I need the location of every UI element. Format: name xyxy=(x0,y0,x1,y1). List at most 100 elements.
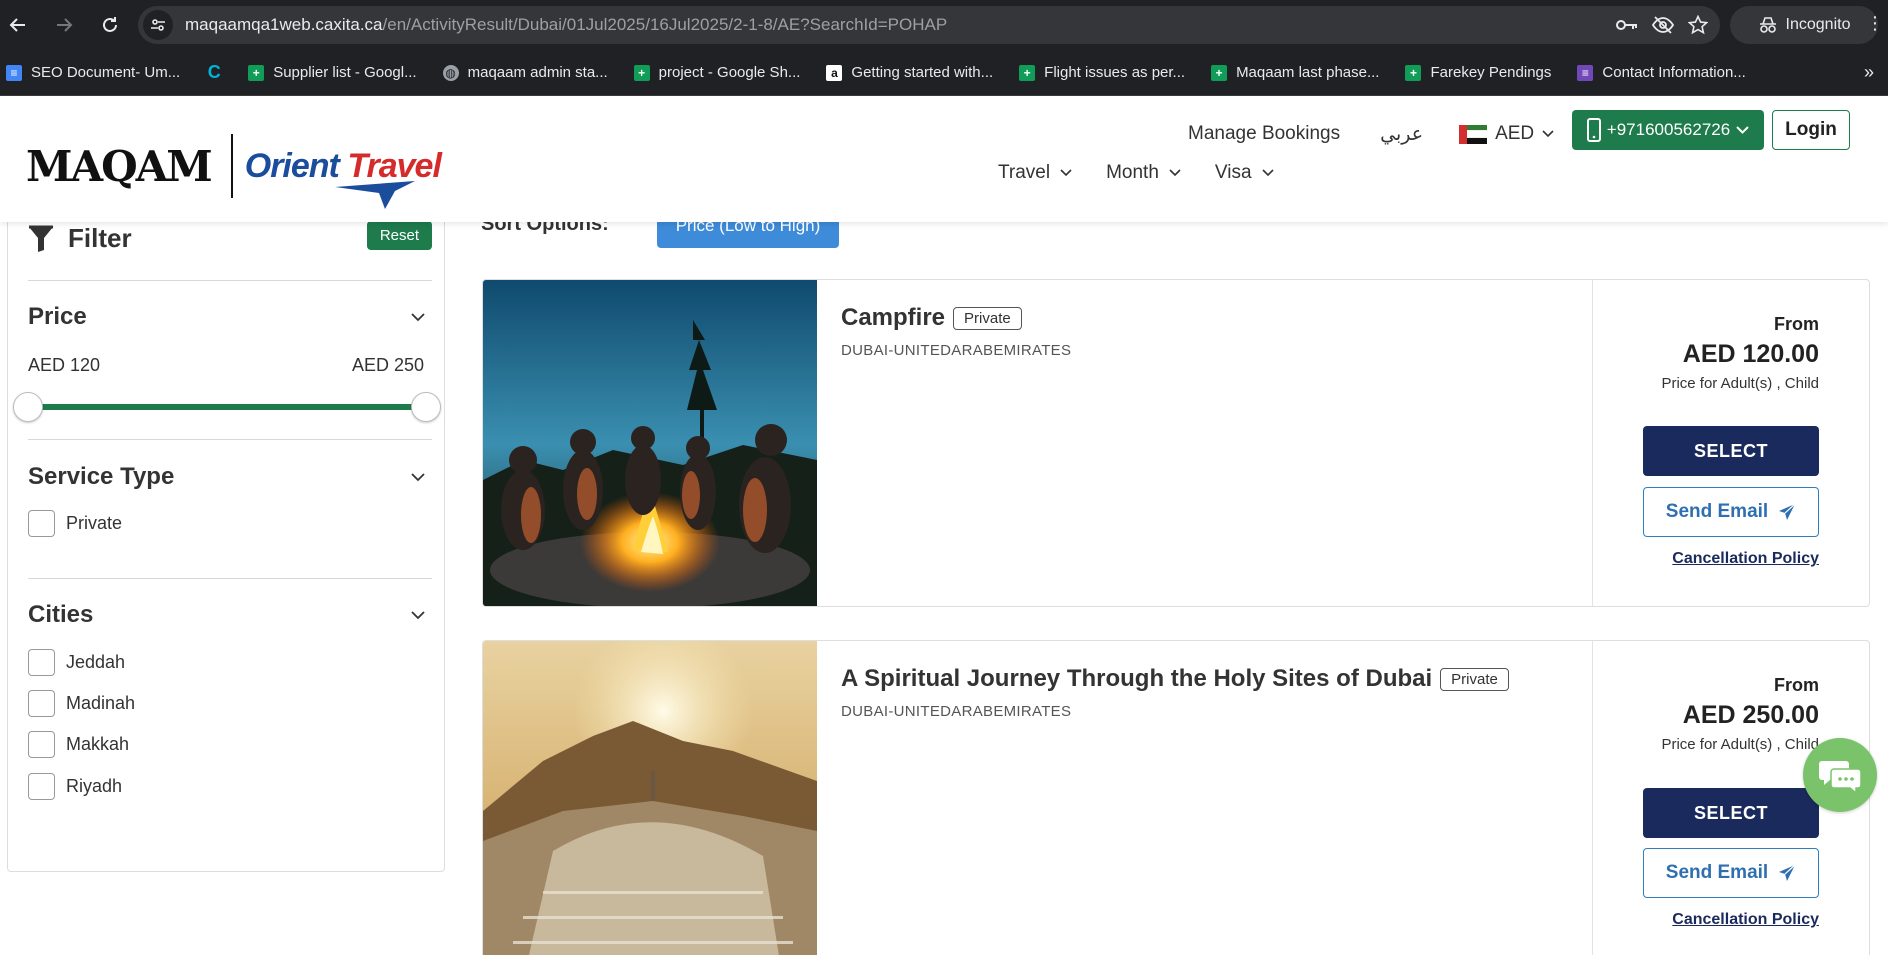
cities-section-title[interactable]: Cities xyxy=(28,601,93,629)
currency-selector[interactable]: AED xyxy=(1459,123,1554,145)
bookmark-label: Contact Information... xyxy=(1602,64,1746,81)
price-slider-min-handle[interactable] xyxy=(13,392,43,422)
url-host: maqaamqa1web.caxita.ca xyxy=(185,15,383,34)
chevron-down-icon xyxy=(1736,126,1749,134)
checkbox[interactable] xyxy=(28,773,55,800)
bookmark-item[interactable]: ◍ maqaam admin sta... xyxy=(442,64,608,81)
checkbox[interactable] xyxy=(28,731,55,758)
price-section-title[interactable]: Price xyxy=(28,303,87,331)
orient-travel-logo: Orient Travel xyxy=(245,147,442,209)
c-icon: C xyxy=(207,62,221,82)
site-header: MAQAM Orient Travel Manage Bookings عربي… xyxy=(0,96,1888,222)
from-label: From xyxy=(1774,675,1819,695)
campfire-photo[interactable] xyxy=(483,280,817,607)
reload-button[interactable] xyxy=(92,7,128,43)
service-option-private[interactable]: Private xyxy=(28,510,122,537)
address-bar[interactable]: maqaamqa1web.caxita.ca/en/ActivityResult… xyxy=(138,6,1720,44)
chevron-down-icon[interactable] xyxy=(411,473,425,482)
price-slider-max-handle[interactable] xyxy=(411,392,441,422)
private-badge: Private xyxy=(953,306,1022,330)
nav-visa[interactable]: Visa xyxy=(1215,162,1274,184)
checkbox[interactable] xyxy=(28,649,55,676)
bookmark-item[interactable]: ≡ SEO Document- Um... xyxy=(6,64,180,81)
phone-button[interactable]: +971600562726 xyxy=(1572,110,1764,150)
bookmark-item[interactable]: + project - Google Sh... xyxy=(633,64,801,81)
site-logo[interactable]: MAQAM Orient Travel xyxy=(26,134,442,209)
divider xyxy=(28,578,432,579)
incognito-label: Incognito xyxy=(1785,16,1851,33)
currency-label: AED xyxy=(1495,123,1535,144)
service-type-section-title[interactable]: Service Type xyxy=(28,463,174,491)
city-option-makkah[interactable]: Makkah xyxy=(28,731,129,758)
divider xyxy=(28,439,432,440)
filter-sidebar: Filter Reset Price AED 120 AED 250 Servi… xyxy=(7,170,445,872)
price-slider-track[interactable] xyxy=(28,404,424,410)
logo-divider xyxy=(230,134,233,198)
bookmark-label: Getting started with... xyxy=(851,64,994,81)
browser-menu-icon[interactable]: ⋮ xyxy=(1866,14,1884,32)
paper-plane-icon xyxy=(1779,503,1796,520)
city-label: Makkah xyxy=(66,734,130,754)
back-button[interactable] xyxy=(0,7,36,43)
checkbox[interactable] xyxy=(28,690,55,717)
from-label: From xyxy=(1774,314,1819,334)
select-button[interactable]: SELECT xyxy=(1643,788,1819,838)
url-path: /en/ActivityResult/Dubai/01Jul2025/16Jul… xyxy=(382,15,948,34)
bookmark-item[interactable]: ≡ Contact Information... xyxy=(1577,64,1746,81)
manage-bookings-link[interactable]: Manage Bookings xyxy=(1188,123,1340,145)
cancellation-policy-link[interactable]: Cancellation Policy xyxy=(1672,550,1819,568)
bookmark-item[interactable]: + Maqaam last phase... xyxy=(1211,64,1379,81)
select-button[interactable]: SELECT xyxy=(1643,426,1819,476)
activity-title[interactable]: Campfire xyxy=(841,304,945,332)
globe-icon: ◍ xyxy=(442,64,459,81)
forms-icon: ≡ xyxy=(1577,64,1594,81)
bookmarks-overflow-icon[interactable]: » xyxy=(1864,62,1874,83)
activity-title[interactable]: A Spiritual Journey Through the Holy Sit… xyxy=(841,665,1432,693)
filter-funnel-icon xyxy=(29,225,53,252)
bookmark-item[interactable]: + Flight issues as per... xyxy=(1019,64,1185,81)
price-max-label: AED 250 xyxy=(351,355,424,375)
maqam-logo-text: MAQAM xyxy=(26,141,213,191)
bookmark-item[interactable]: a Getting started with... xyxy=(826,64,993,81)
star-icon[interactable] xyxy=(1688,15,1708,35)
cancellation-policy-link[interactable]: Cancellation Policy xyxy=(1672,911,1819,929)
chevron-down-icon[interactable] xyxy=(411,313,425,322)
site-info-button[interactable] xyxy=(143,10,173,40)
checkbox[interactable] xyxy=(28,510,55,537)
city-option-jeddah[interactable]: Jeddah xyxy=(28,649,125,676)
city-label: Madinah xyxy=(66,693,136,713)
bookmark-item[interactable]: + Supplier list - Googl... xyxy=(248,64,417,81)
key-icon[interactable] xyxy=(1616,18,1638,32)
nav-month[interactable]: Month xyxy=(1106,162,1181,184)
arrow-left-icon xyxy=(9,18,25,32)
city-label: Jeddah xyxy=(66,652,126,672)
chevron-down-icon xyxy=(1261,169,1274,177)
chat-widget-button[interactable] xyxy=(1803,738,1877,812)
arabic-language-link[interactable]: عربي xyxy=(1380,123,1423,145)
divider xyxy=(28,280,432,281)
send-email-button[interactable]: Send Email xyxy=(1643,487,1819,537)
send-email-label: Send Email xyxy=(1665,862,1769,883)
incognito-indicator[interactable]: Incognito xyxy=(1730,6,1878,44)
eye-off-icon[interactable] xyxy=(1652,16,1674,34)
browser-toolbar: maqaamqa1web.caxita.ca/en/ActivityResult… xyxy=(0,0,1888,50)
bookmark-item[interactable]: C xyxy=(206,62,222,82)
reset-button[interactable]: Reset xyxy=(366,221,432,250)
forward-button[interactable] xyxy=(46,7,82,43)
chevron-down-icon xyxy=(1542,130,1554,138)
login-button[interactable]: Login xyxy=(1772,110,1850,150)
nav-travel[interactable]: Travel xyxy=(998,162,1072,184)
activity-card: A Spiritual Journey Through the Holy Sit… xyxy=(482,640,1870,955)
amazon-icon: a xyxy=(826,64,843,81)
send-email-button[interactable]: Send Email xyxy=(1643,848,1819,898)
maqam-logo: MAQAM xyxy=(26,141,213,191)
sheets-icon: + xyxy=(1211,64,1228,81)
bookmark-label: project - Google Sh... xyxy=(658,64,801,81)
city-option-riyadh[interactable]: Riyadh xyxy=(28,773,122,800)
chevron-down-icon[interactable] xyxy=(411,611,425,620)
holy-sites-photo[interactable] xyxy=(483,641,817,955)
bookmark-item[interactable]: + Farekey Pendings xyxy=(1405,64,1551,81)
price-for-label: Price for Adult(s) , Child xyxy=(1661,375,1819,392)
city-option-madinah[interactable]: Madinah xyxy=(28,690,135,717)
bookmark-label: maqaam admin sta... xyxy=(467,64,608,81)
